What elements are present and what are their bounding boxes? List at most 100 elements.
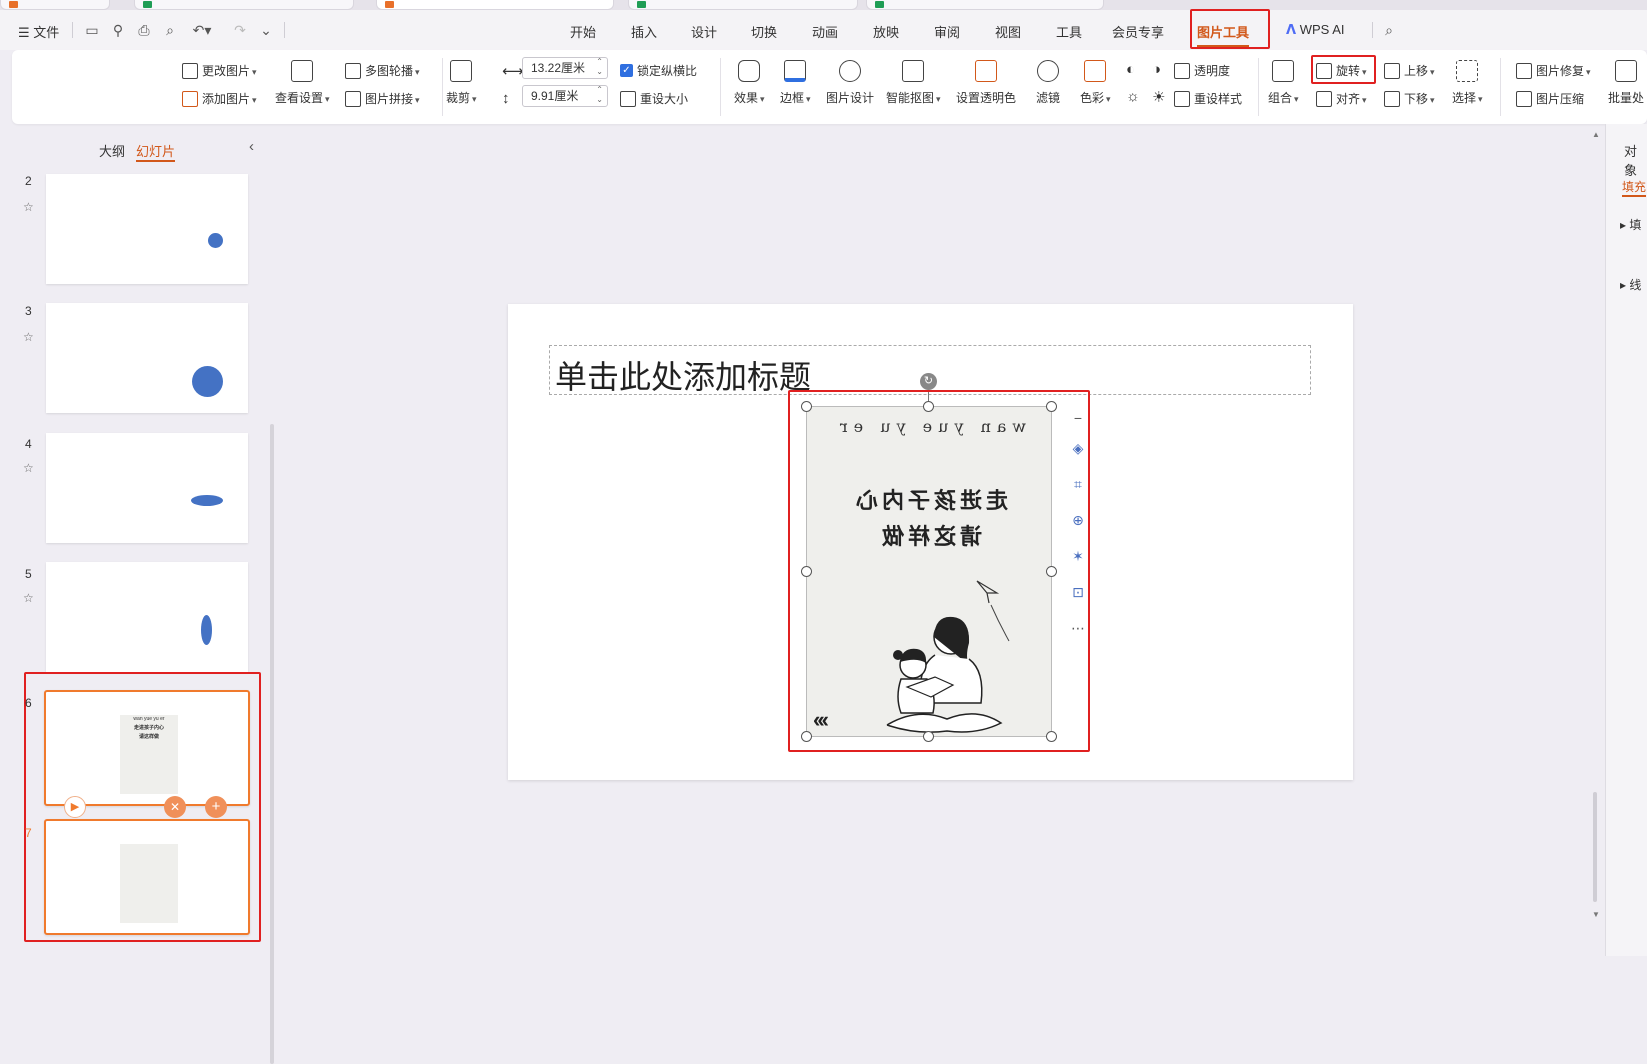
reset-size-button[interactable]: 重设大小 bbox=[620, 90, 688, 107]
scroll-thumb[interactable] bbox=[1593, 792, 1597, 902]
picture-repair-icon bbox=[1516, 62, 1532, 79]
brightness-down-icon[interactable]: ☀ bbox=[1152, 88, 1165, 106]
width-field[interactable]: 13.22厘米 bbox=[522, 57, 608, 79]
transparency-button[interactable]: 透明度 bbox=[1174, 62, 1230, 79]
select-icon bbox=[1456, 60, 1479, 82]
picture-design-button[interactable]: 图片设计 bbox=[826, 60, 874, 106]
slide-thumbnail-selected[interactable]: wan yue yu er 走进孩子内心 请这样做 bbox=[44, 690, 250, 806]
divider bbox=[442, 58, 443, 116]
link-icon[interactable]: ⚲ bbox=[110, 22, 126, 38]
fill-section[interactable]: ▸ 填 bbox=[1620, 216, 1641, 233]
contrast-down-icon[interactable]: ◑ bbox=[1152, 61, 1161, 78]
height-field[interactable]: 9.91厘米 bbox=[522, 85, 608, 107]
document-tab-active[interactable] bbox=[376, 0, 614, 10]
save-icon[interactable]: ▭ bbox=[84, 22, 100, 38]
change-picture-button[interactable]: 更改图片 bbox=[182, 62, 257, 79]
bring-forward-button[interactable]: 上移 bbox=[1384, 62, 1435, 79]
crop-button[interactable]: 裁剪 bbox=[446, 60, 477, 106]
multi-carousel-button[interactable]: 多图轮播 bbox=[345, 62, 420, 79]
ellipse-shape bbox=[191, 495, 223, 506]
send-backward-button[interactable]: 下移 bbox=[1384, 90, 1435, 107]
thumbnail-picture bbox=[120, 844, 178, 923]
tab-animation[interactable]: 动画 bbox=[812, 22, 838, 41]
contrast-up-icon[interactable]: ◐ bbox=[1126, 61, 1135, 78]
picture-repair-button[interactable]: 图片修复 bbox=[1516, 62, 1591, 79]
batch-process-button[interactable]: 批量处 bbox=[1608, 60, 1644, 106]
view-settings-button[interactable]: 查看设置 bbox=[275, 60, 330, 106]
more-chevron-icon[interactable]: ⌄ bbox=[258, 22, 274, 38]
tab-transitions[interactable]: 切换 bbox=[751, 22, 777, 41]
tab-slides[interactable]: 幻灯片 bbox=[136, 141, 176, 162]
highlight-box bbox=[788, 390, 1090, 752]
lock-ratio-checkbox[interactable]: ✓ 锁定纵横比 bbox=[620, 62, 697, 79]
document-tab[interactable] bbox=[628, 0, 858, 10]
send-backward-icon bbox=[1384, 90, 1400, 107]
scroll-down-icon[interactable]: ▼ bbox=[1592, 910, 1600, 919]
group-button[interactable]: 组合 bbox=[1268, 60, 1299, 106]
document-tab[interactable] bbox=[866, 0, 1104, 10]
slide-thumbnail[interactable] bbox=[46, 433, 248, 543]
undo-icon[interactable]: ↶▾ bbox=[190, 22, 214, 38]
file-menu[interactable]: ☰ 文件 bbox=[18, 22, 59, 41]
ribbon-picture-tools: 更改图片 添加图片 查看设置 多图轮播 图片拼接 裁剪 ⟷ 13.22厘米 ↕ … bbox=[12, 50, 1647, 124]
border-button[interactable]: 边框 bbox=[780, 60, 811, 106]
scroll-up-icon[interactable]: ▲ bbox=[1592, 130, 1600, 139]
color-button[interactable]: 色彩 bbox=[1080, 60, 1111, 106]
brightness-up-icon[interactable]: ☼ bbox=[1126, 88, 1140, 105]
tab-member[interactable]: 会员专享 bbox=[1112, 22, 1164, 41]
slide-thumbnail[interactable] bbox=[46, 562, 248, 672]
reset-style-button[interactable]: 重设样式 bbox=[1174, 90, 1242, 107]
slide-thumbnail-selected[interactable] bbox=[44, 819, 250, 935]
add-slide-icon[interactable]: + bbox=[205, 796, 227, 818]
play-icon[interactable]: ▶ bbox=[64, 796, 86, 818]
slide-number: 5 bbox=[25, 567, 32, 581]
star-icon[interactable]: ☆ bbox=[23, 200, 34, 214]
print-icon[interactable]: ⎙ bbox=[136, 22, 152, 38]
tab-view[interactable]: 视图 bbox=[995, 22, 1021, 41]
tab-wps-ai[interactable]: ᐱ WPS AI bbox=[1286, 22, 1344, 38]
rotate-handle-icon[interactable]: ↻ bbox=[920, 373, 937, 390]
cube-icon bbox=[738, 60, 761, 82]
slide-thumbnail[interactable] bbox=[46, 303, 248, 413]
tools-icon[interactable]: ✕ bbox=[164, 796, 186, 818]
canvas-scrollbar[interactable]: ▲ ▼ bbox=[1592, 130, 1600, 930]
transparency-icon bbox=[1174, 62, 1190, 79]
picture-compress-button[interactable]: 图片压缩 bbox=[1516, 90, 1584, 107]
smart-cutout-button[interactable]: 智能抠图 bbox=[886, 60, 941, 106]
filter-button[interactable]: 滤镜 bbox=[1036, 60, 1060, 106]
spreadsheet-icon bbox=[637, 1, 646, 8]
star-icon[interactable]: ☆ bbox=[23, 461, 34, 475]
print-preview-icon[interactable]: ⌕ bbox=[162, 22, 178, 38]
document-tab[interactable] bbox=[0, 0, 110, 10]
slide-thumbnail[interactable] bbox=[46, 174, 248, 284]
tab-review[interactable]: 审阅 bbox=[934, 22, 960, 41]
select-button[interactable]: 选择 bbox=[1452, 60, 1483, 106]
picture-collage-button[interactable]: 图片拼接 bbox=[345, 90, 420, 107]
checkbox-checked-icon: ✓ bbox=[620, 64, 633, 77]
set-transparent-color-button[interactable]: 设置透明色 bbox=[956, 60, 1016, 106]
star-icon[interactable]: ☆ bbox=[23, 591, 34, 605]
picture-swap-icon bbox=[182, 62, 198, 79]
bring-forward-icon bbox=[1384, 62, 1400, 79]
slides-pane: 大纲 幻灯片 ‹ 2 ☆ 3 ☆ 4 ☆ 5 ☆ 6 wan yue yu er… bbox=[0, 124, 274, 1064]
tab-fill[interactable]: 填充 bbox=[1622, 178, 1647, 197]
border-icon bbox=[784, 60, 807, 82]
collapse-chevron-icon[interactable]: ‹ bbox=[249, 138, 254, 155]
tab-design[interactable]: 设计 bbox=[691, 22, 717, 41]
add-picture-button[interactable]: 添加图片 bbox=[182, 90, 257, 107]
tab-home[interactable]: 开始 bbox=[570, 22, 596, 41]
search-icon[interactable]: ⌕ bbox=[1381, 22, 1397, 38]
align-button[interactable]: 对齐 bbox=[1316, 90, 1367, 107]
tab-insert[interactable]: 插入 bbox=[631, 22, 657, 41]
color-pen-icon bbox=[1084, 60, 1107, 82]
star-icon[interactable]: ☆ bbox=[23, 330, 34, 344]
effects-button[interactable]: 效果 bbox=[734, 60, 765, 106]
scrollbar[interactable] bbox=[270, 424, 274, 1064]
tab-outline[interactable]: 大纲 bbox=[99, 141, 125, 160]
redo-icon[interactable]: ↷ bbox=[232, 22, 248, 38]
document-tab[interactable] bbox=[134, 0, 354, 10]
tab-slideshow[interactable]: 放映 bbox=[873, 22, 899, 41]
line-section[interactable]: ▸ 线 bbox=[1620, 276, 1641, 293]
wps-ai-icon: ᐱ bbox=[1286, 22, 1300, 37]
tab-tools[interactable]: 工具 bbox=[1056, 22, 1082, 41]
